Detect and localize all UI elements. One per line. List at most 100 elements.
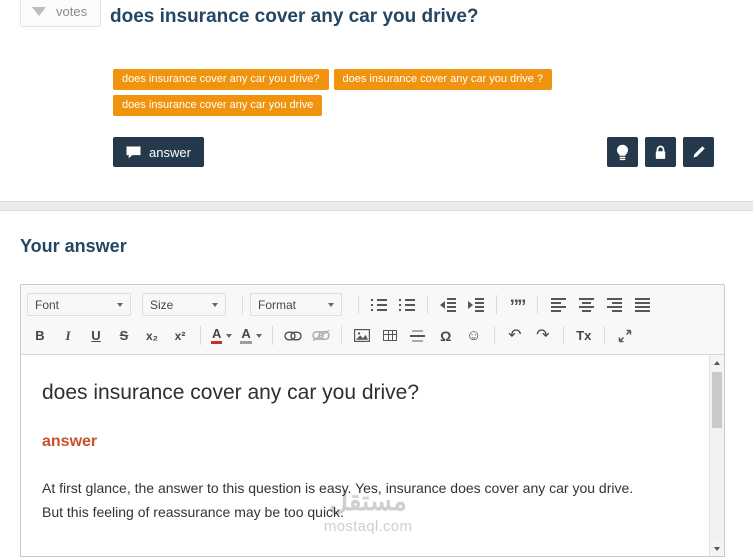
redo-button[interactable]: ↷ (530, 323, 556, 348)
remove-format-button[interactable]: Tx (571, 323, 597, 348)
bold-button[interactable]: B (27, 323, 53, 348)
hint-button[interactable] (607, 137, 638, 167)
blockquote-icon: ”” (509, 296, 527, 318)
answer-button-label: answer (149, 144, 191, 160)
question-tags: does insurance cover any car you drive? … (113, 69, 673, 116)
votes-box[interactable]: votes (20, 0, 102, 27)
toolbar-row-2: B I U S x₂ x² A A Ω ☺ ↶ ↷ Tx (27, 320, 718, 351)
align-justify-button[interactable] (629, 292, 655, 317)
emoji-button[interactable]: ☺ (461, 323, 487, 348)
subscript-icon: x₂ (145, 328, 158, 343)
background-color-icon: A (240, 327, 252, 344)
editor-document[interactable]: does insurance cover any car you drive? … (21, 355, 724, 525)
editor-toolbar: Font Size Format ”” B I U S x₂ x² A A Ω … (21, 285, 724, 355)
toolbar-separator (427, 295, 428, 314)
text-color-icon: A (211, 327, 223, 344)
chevron-down-icon (328, 302, 334, 307)
indent-left-arrow-icon (440, 300, 445, 309)
strikethrough-icon: S (119, 328, 129, 343)
superscript-button[interactable]: x² (167, 323, 193, 348)
lock-button[interactable] (645, 137, 676, 167)
scrollbar-thumb[interactable] (712, 372, 722, 428)
increase-indent-icon (475, 297, 484, 312)
draft-subheading: answer (42, 433, 98, 450)
italic-button[interactable]: I (55, 323, 81, 348)
blockquote-button[interactable]: ”” (504, 292, 530, 317)
your-answer-heading: Your answer (20, 236, 127, 256)
format-dropdown[interactable]: Format (250, 293, 342, 316)
insert-table-button[interactable] (377, 323, 403, 348)
numbered-list-button[interactable] (366, 292, 392, 317)
bulleted-list-icon (399, 298, 415, 311)
toolbar-separator (562, 326, 564, 345)
scroll-down-button[interactable] (710, 541, 724, 556)
maximize-button[interactable] (612, 323, 638, 348)
tag[interactable]: does insurance cover any car you drive ? (333, 69, 553, 90)
align-center-button[interactable] (573, 292, 599, 317)
lock-icon (654, 145, 667, 160)
align-right-icon (606, 297, 622, 312)
arrow-down-icon (714, 546, 720, 551)
editor-scrollbar[interactable] (709, 355, 724, 556)
redo-icon: ↷ (536, 326, 550, 344)
maximize-icon (618, 329, 632, 343)
chevron-down-icon (255, 333, 262, 338)
toolbar-separator (242, 295, 243, 314)
indent-right-arrow-icon (468, 300, 473, 309)
undo-icon: ↶ (508, 326, 522, 344)
size-dropdown-label: Size (150, 297, 174, 312)
horizontal-line-icon (410, 329, 426, 342)
decrease-indent-button[interactable] (435, 292, 461, 317)
toolbar-row-1: Font Size Format ”” (27, 289, 718, 320)
font-dropdown[interactable]: Font (27, 293, 131, 316)
special-character-button[interactable]: Ω (433, 323, 459, 348)
align-justify-icon (634, 297, 650, 312)
chat-bubble-icon (126, 146, 141, 159)
increase-indent-button[interactable] (463, 292, 489, 317)
rich-text-editor: Font Size Format ”” B I U S x₂ x² A A Ω … (20, 284, 725, 557)
image-icon (353, 329, 370, 342)
unlink-button[interactable] (308, 323, 334, 348)
toolbar-separator (493, 326, 495, 345)
editor-content-area[interactable]: does insurance cover any car you drive? … (21, 355, 724, 556)
align-right-button[interactable] (601, 292, 627, 317)
superscript-icon: x² (174, 328, 186, 343)
remove-format-icon: Tx (576, 328, 592, 343)
toolbar-separator (200, 326, 201, 345)
link-button[interactable] (280, 323, 306, 348)
align-center-icon (578, 297, 594, 312)
font-dropdown-label: Font (35, 297, 60, 312)
tag[interactable]: does insurance cover any car you drive (113, 95, 323, 116)
chevron-down-icon (117, 302, 123, 307)
chevron-down-icon (226, 333, 233, 338)
align-left-button[interactable] (545, 292, 571, 317)
underline-icon: U (91, 328, 101, 343)
section-divider (0, 201, 753, 211)
omega-icon: Ω (440, 327, 452, 344)
draft-paragraph: At first glance, the answer to this ques… (42, 480, 634, 520)
strikethrough-button[interactable]: S (111, 323, 137, 348)
bulleted-list-button[interactable] (394, 292, 420, 317)
numbered-list-icon (371, 298, 387, 311)
background-color-button[interactable]: A (237, 323, 264, 348)
underline-button[interactable]: U (83, 323, 109, 348)
pencil-icon (692, 145, 706, 159)
smiley-icon: ☺ (466, 327, 482, 344)
toolbar-separator (271, 326, 273, 345)
tag[interactable]: does insurance cover any car you drive? (113, 69, 329, 90)
edit-button[interactable] (683, 137, 714, 167)
subscript-button[interactable]: x₂ (139, 323, 165, 348)
lightbulb-icon (616, 144, 629, 161)
text-color-button[interactable]: A (208, 323, 235, 348)
horizontal-line-button[interactable] (405, 323, 431, 348)
vote-down-arrow-icon[interactable] (32, 7, 46, 16)
answer-button[interactable]: answer (113, 137, 204, 167)
toolbar-separator (537, 295, 538, 314)
scroll-up-button[interactable] (710, 355, 724, 370)
question-actions-row: answer (113, 137, 714, 167)
insert-image-button[interactable] (349, 323, 375, 348)
chevron-down-icon (212, 302, 218, 307)
undo-button[interactable]: ↶ (502, 323, 528, 348)
toolbar-separator (358, 295, 359, 314)
size-dropdown[interactable]: Size (142, 293, 226, 316)
